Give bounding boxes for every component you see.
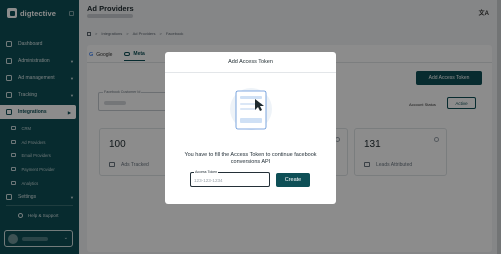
access-token-label: Access Token: [194, 170, 219, 174]
access-token-field[interactable]: Access Token: [190, 170, 270, 187]
add-access-token-modal: Add Access Token You have to fill the Ac…: [165, 52, 336, 204]
document-click-illustration: [230, 88, 272, 130]
modal-divider: [165, 72, 336, 73]
create-button[interactable]: Create: [276, 173, 310, 187]
modal-title: Add Access Token: [228, 59, 273, 65]
modal-message: You have to fill the Access Token to con…: [184, 152, 317, 165]
access-token-input[interactable]: [194, 177, 266, 184]
